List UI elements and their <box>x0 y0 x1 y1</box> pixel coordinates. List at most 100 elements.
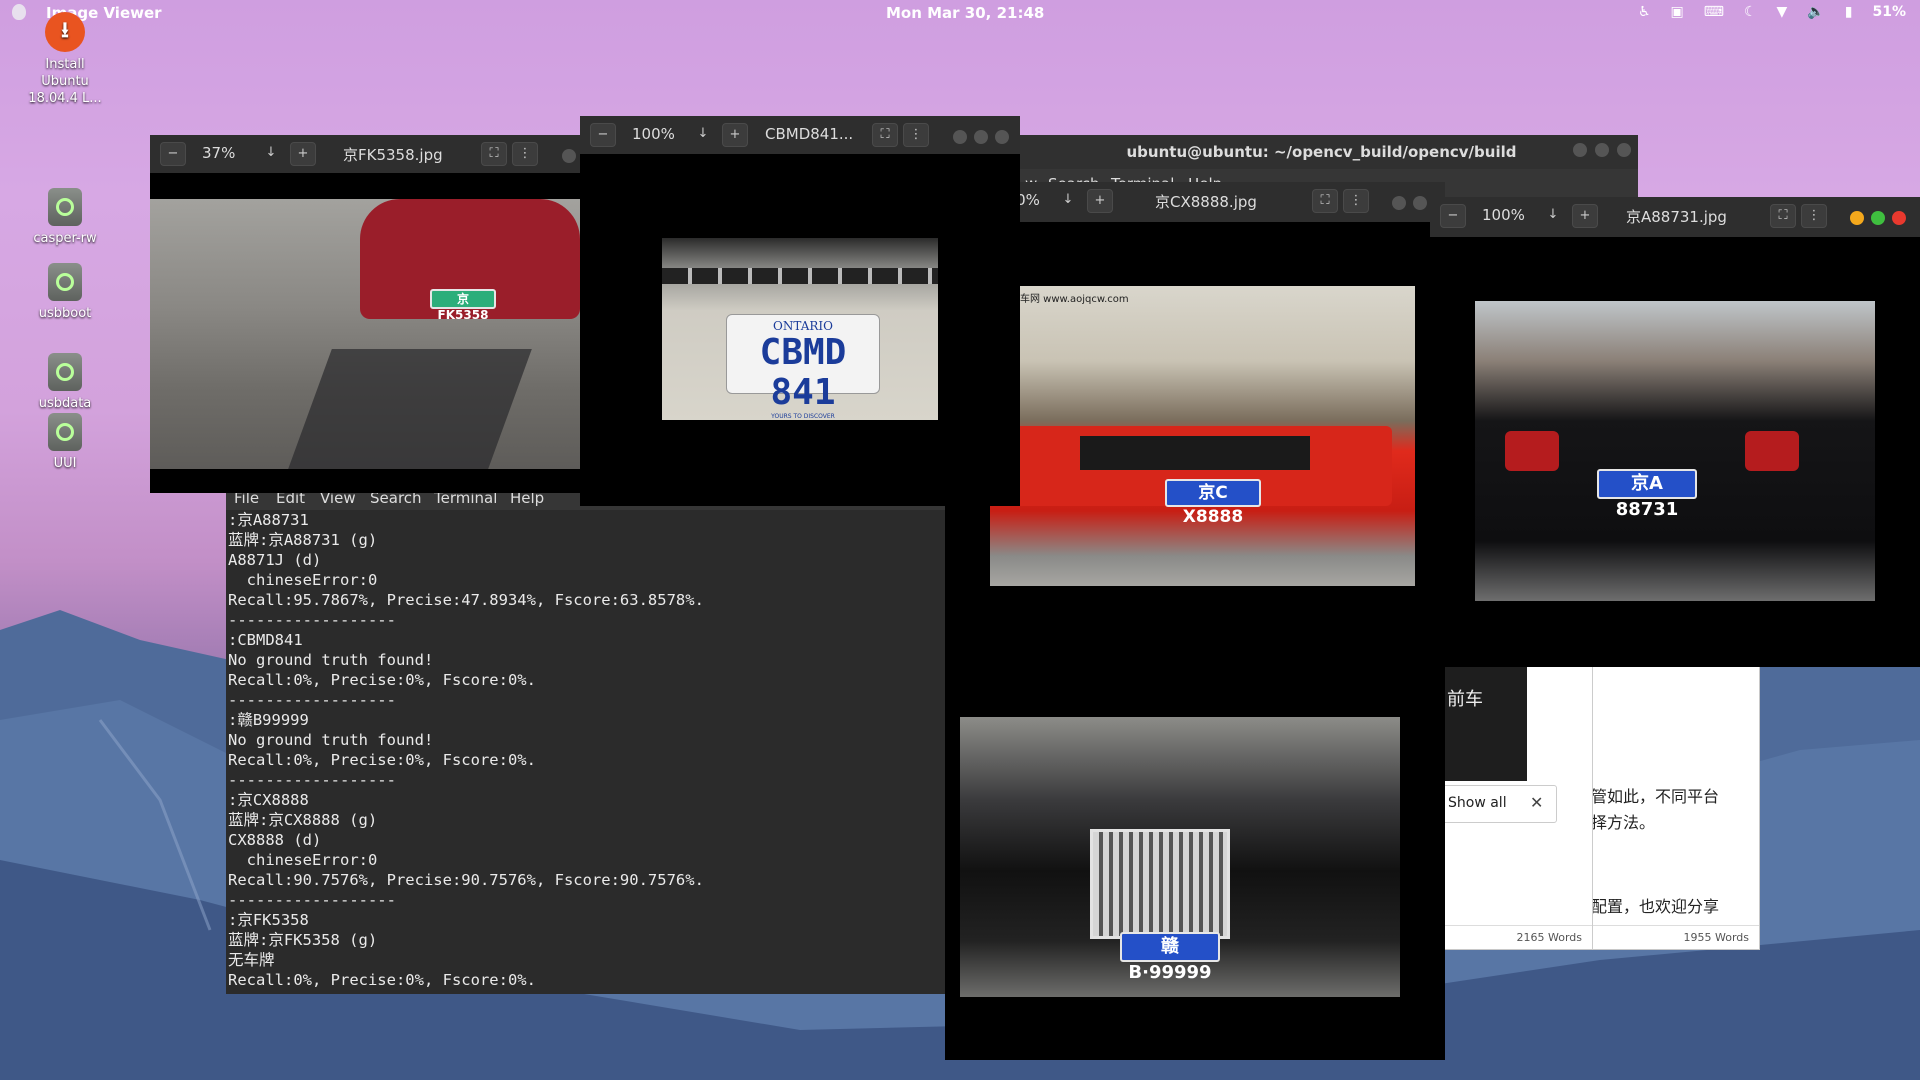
document-window-1[interactable]: 前车 Show all ✕ 2165 Words <box>1440 660 1593 950</box>
terminal-line: ------------------ <box>228 611 396 629</box>
notification-bar: Show all ✕ <box>1441 785 1557 823</box>
zoom-out-button[interactable]: − <box>1440 204 1466 228</box>
car-grille <box>1080 436 1310 470</box>
night-light-icon[interactable]: ☾ <box>1744 4 1757 20</box>
viewer-headerbar: − 37% ↓ + 京FK5358.jpg ⛶ ⋮ <box>150 135 580 173</box>
terminal-window[interactable]: File Edit View Search Terminal Help :京A8… <box>226 486 956 994</box>
terminal-line: No ground truth found! <box>228 651 434 669</box>
input-method-icon[interactable]: ▣ <box>1671 4 1684 20</box>
license-plate: 京A 88731 <box>1597 469 1697 520</box>
drive-icon <box>48 188 82 226</box>
minimize-button[interactable] <box>562 149 576 163</box>
close-icon[interactable]: ✕ <box>1530 793 1543 812</box>
zoom-in-button[interactable]: + <box>1087 189 1113 213</box>
system-tray[interactable]: ♿ ▣ ⌨ ☾ ▼ 🔈 ▮ 51% <box>1638 4 1906 20</box>
desktop-icon-label: usbdata <box>38 396 92 411</box>
license-plate: ONTARIO CBMD 841 YOURS TO DISCOVER <box>726 314 880 420</box>
car-photo-red-nissan: 京FK5358 <box>150 199 580 469</box>
zoom-level[interactable]: 37% <box>202 144 235 162</box>
image-viewer-cbmd841[interactable]: − 100% ↓ + CBMD841... ⛶ ⋮ ONTARIO CBMD 8… <box>580 116 1020 506</box>
car-grille <box>662 268 938 284</box>
menu-button[interactable]: ⋮ <box>1801 204 1827 228</box>
plate-slogan: YOURS TO DISCOVER <box>771 413 835 420</box>
minimize-button[interactable] <box>1573 143 1587 157</box>
terminal-title: ubuntu@ubuntu: ~/opencv_build/opencv/bui… <box>1005 135 1638 169</box>
minimize-button[interactable] <box>1850 211 1864 225</box>
doc-dark-panel: 前车 <box>1441 661 1527 781</box>
wifi-icon[interactable]: ▼ <box>1777 4 1788 20</box>
minimize-button[interactable] <box>1392 196 1406 210</box>
desktop-icon-label: casper-rw <box>33 231 97 246</box>
terminal-output[interactable]: :京A88731 蓝牌:京A88731 (g) A8871J (d) chinese… <box>226 510 956 994</box>
maximize-button[interactable] <box>1871 211 1885 225</box>
image-viewer-a88731[interactable]: − 100% ↓ + 京A88731.jpg ⛶ ⋮ 京A 88731 <box>1430 197 1920 667</box>
license-plate: 京C X8888 <box>1165 479 1261 527</box>
terminal-line: :京A88731 <box>228 511 309 529</box>
maximize-button[interactable] <box>974 130 988 144</box>
window-title: 京CX8888.jpg <box>1155 193 1257 211</box>
zoom-in-button[interactable]: + <box>1572 204 1598 228</box>
fullscreen-button[interactable]: ⛶ <box>872 123 898 147</box>
car-shadow <box>288 349 532 469</box>
terminal-line: ------------------ <box>228 891 396 909</box>
menu-button[interactable]: ⋮ <box>1343 189 1369 213</box>
accessibility-icon[interactable]: ♿ <box>1638 4 1651 20</box>
zoom-level[interactable]: 100% <box>632 125 675 143</box>
zoom-level[interactable]: 100% <box>1482 206 1525 224</box>
zoom-out-button[interactable]: − <box>160 142 186 166</box>
chevron-down-icon[interactable]: ↓ <box>258 142 284 166</box>
zoom-in-button[interactable]: + <box>722 123 748 147</box>
minimize-button[interactable] <box>953 130 967 144</box>
desktop-icon-label: usbboot <box>38 306 92 321</box>
image-viewer-fk5358[interactable]: − 37% ↓ + 京FK5358.jpg ⛶ ⋮ 京FK5358 <box>150 135 580 493</box>
chevron-down-icon[interactable]: ↓ <box>1055 189 1081 213</box>
menu-button[interactable]: ⋮ <box>512 142 538 166</box>
terminal-line: A8871J (d) <box>228 551 322 569</box>
zoom-in-button[interactable]: + <box>290 142 316 166</box>
terminal-line: :京FK5358 <box>228 911 309 929</box>
menu-button[interactable]: ⋮ <box>903 123 929 147</box>
terminal-line: chineseError:0 <box>228 851 378 869</box>
maximize-button[interactable] <box>1413 196 1427 210</box>
drive-icon <box>48 413 82 451</box>
close-button[interactable] <box>1617 143 1631 157</box>
car-photo-ontario: ONTARIO CBMD 841 YOURS TO DISCOVER <box>662 238 938 420</box>
desktop-icon-casper-rw[interactable]: casper-rw <box>15 188 115 247</box>
keyboard-icon[interactable]: ⌨ <box>1704 4 1724 20</box>
desktop-icon-install-ubuntu[interactable]: ⭳ Install Ubuntu 18.04.4 L... <box>15 12 115 107</box>
fullscreen-button[interactable]: ⛶ <box>481 142 507 166</box>
close-button[interactable] <box>995 130 1009 144</box>
desktop-icon-usbboot[interactable]: usbboot <box>15 263 115 322</box>
clock[interactable]: Mon Mar 30, 21:48 <box>886 4 1044 22</box>
show-all-button[interactable]: Show all <box>1448 795 1507 811</box>
viewer-headerbar: − 100% ↓ + 京CX8888.jpg ⛶ ⋮ <box>945 182 1445 222</box>
terminal-line: Recall:0%, Precise:0%, Fscore:0%. <box>228 971 536 989</box>
terminal-line: :赣B99999 <box>228 711 309 729</box>
chevron-down-icon[interactable]: ↓ <box>1540 204 1566 228</box>
close-button[interactable] <box>1892 211 1906 225</box>
zoom-out-button[interactable]: − <box>590 123 616 147</box>
install-ubuntu-icon: ⭳ <box>45 12 85 52</box>
battery-icon[interactable]: ▮ <box>1845 4 1853 20</box>
terminal-line: CX8888 (d) <box>228 831 322 849</box>
maximize-button[interactable] <box>1595 143 1609 157</box>
chevron-down-icon[interactable]: ↓ <box>690 123 716 147</box>
terminal-line: 无车牌 <box>228 951 275 969</box>
drive-icon <box>48 263 82 301</box>
image-viewer-cx8888[interactable]: − 100% ↓ + 京CX8888.jpg ⛶ ⋮ 奥杰汽车网 www.aoj… <box>945 182 1445 1060</box>
fullscreen-button[interactable]: ⛶ <box>1312 189 1338 213</box>
terminal-line: 蓝牌:京CX8888 (g) <box>228 811 378 829</box>
license-plate: 京FK5358 <box>430 289 496 322</box>
drive-icon <box>48 353 82 391</box>
volume-icon[interactable]: 🔈 <box>1807 4 1824 20</box>
desktop-icon-usbdata[interactable]: usbdata <box>15 353 115 412</box>
window-title: CBMD841... <box>765 125 854 143</box>
desktop-icon-uui[interactable]: UUI <box>15 413 115 472</box>
tail-light <box>1745 431 1799 471</box>
fullscreen-button[interactable]: ⛶ <box>1770 204 1796 228</box>
terminal-line: :CBMD841 <box>228 631 303 649</box>
terminal-line: No ground truth found! <box>228 731 434 749</box>
terminal-line: 蓝牌:京A88731 (g) <box>228 531 378 549</box>
window-title: 京A88731.jpg <box>1626 208 1727 226</box>
viewer-headerbar: − 100% ↓ + 京A88731.jpg ⛶ ⋮ <box>1430 197 1920 237</box>
